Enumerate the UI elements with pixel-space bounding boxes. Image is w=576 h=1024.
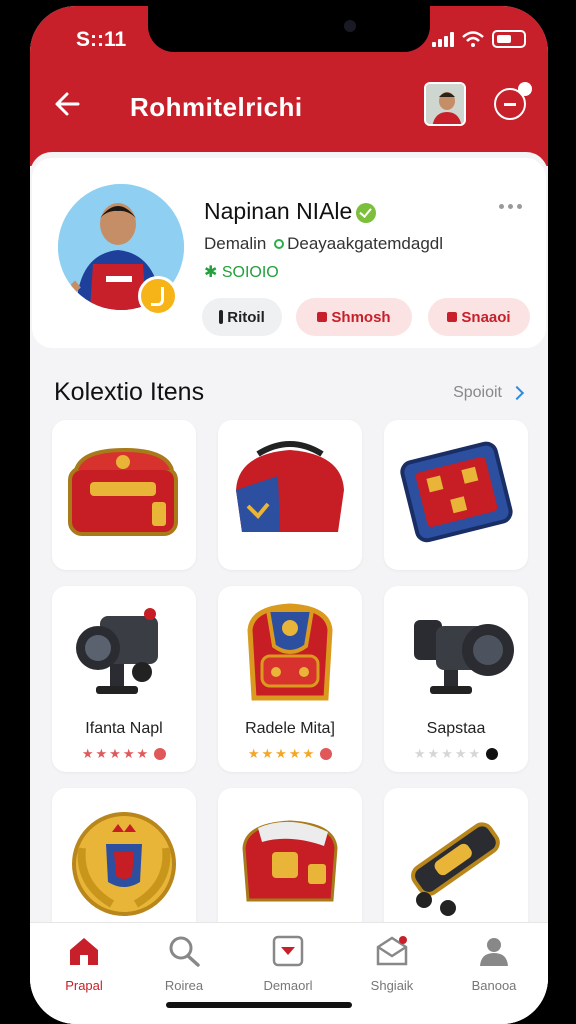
collection-icon: [272, 935, 304, 967]
profile-action-button-1[interactable]: Ritoil: [202, 298, 282, 336]
nav-search[interactable]: Roirea: [134, 935, 234, 993]
status-time: S::11: [76, 28, 127, 51]
profile-subtitle: Demalin Deayaakgatemdagdl: [204, 234, 444, 253]
square-icon: [447, 312, 458, 322]
rating-tag-icon: [320, 748, 333, 760]
page-title: Rohmitelrichi: [130, 92, 303, 122]
sled-icon: [411, 822, 500, 916]
content-sheet: Napinan NIAle Demalin Deayaakgatemdagdl …: [30, 152, 548, 1024]
profile-icon: [480, 938, 508, 966]
wifi-icon: [462, 31, 484, 47]
treasure-chest-icon: [68, 447, 178, 536]
signal-icon: [432, 31, 454, 47]
item-label: Radele Mita]: [245, 720, 335, 737]
collection-item-gold-emblem[interactable]: [52, 788, 196, 938]
collection-item-sled[interactable]: [384, 788, 528, 938]
profile-card: Napinan NIAle Demalin Deayaakgatemdagdl …: [32, 158, 546, 348]
chevron-right-icon: [509, 385, 525, 401]
collection-item-treasure-chest[interactable]: [52, 420, 196, 570]
dslr-camera-icon: [414, 620, 514, 694]
rating-stars: ★ ★ ★ ★ ★: [52, 746, 196, 762]
status-icons: [432, 30, 526, 48]
profile-action-button-2[interactable]: Shmosh: [296, 298, 412, 336]
bar-icon: [219, 310, 224, 324]
notch: [148, 6, 430, 52]
blue-case-icon: [400, 441, 513, 543]
rating-tag-icon: [486, 748, 499, 760]
online-status-icon: [274, 239, 285, 249]
inbox-icon: [376, 936, 408, 966]
notification-button[interactable]: [494, 82, 532, 120]
home-indicator: [166, 1002, 352, 1008]
search-icon: [169, 936, 200, 967]
nav-home[interactable]: Prapal: [34, 935, 134, 993]
app-header: S::11 Rohmitelrichi: [30, 6, 548, 166]
rating-stars: ★ ★ ★ ★ ★: [384, 746, 528, 762]
collection-item-dslr[interactable]: Sapstaa ★ ★ ★ ★ ★: [384, 586, 528, 772]
more-options-icon[interactable]: [499, 204, 522, 209]
profile-action-button-3[interactable]: Snaaoi: [428, 298, 530, 336]
battery-icon: [492, 30, 526, 48]
collection-item-red-pouch[interactable]: [218, 788, 362, 938]
home-icon: [70, 938, 98, 965]
rating-tag-icon: [154, 748, 167, 760]
red-pouch-icon: [242, 820, 338, 902]
back-arrow-icon[interactable]: [50, 86, 86, 122]
collection-item-blue-case[interactable]: [384, 420, 528, 570]
verified-icon: [356, 202, 377, 223]
nav-collection[interactable]: Demaorl: [238, 935, 338, 993]
sports-bag-icon: [236, 441, 344, 532]
item-label: Sapstaa: [426, 720, 486, 737]
item-label: Ifanta Napl: [85, 720, 163, 737]
nav-profile[interactable]: Banooa: [444, 935, 544, 993]
collection-item-backpack[interactable]: Radele Mita] ★ ★ ★ ★ ★: [218, 586, 362, 772]
collection-item-sports-bag[interactable]: [218, 420, 362, 570]
see-all-link[interactable]: Spoioit: [453, 384, 525, 402]
profile-name: Napinan NIAle: [204, 198, 377, 225]
level-badge-icon: [138, 276, 178, 316]
phone-screen: S::11 Rohmitelrichi Napinan NIAle Demali…: [30, 6, 548, 1024]
backpack-icon: [247, 603, 333, 701]
bottom-navigation: Prapal Roirea Demaorl Shgiaik Banooa: [30, 922, 548, 1024]
gold-emblem-icon: [72, 812, 176, 916]
header-avatar[interactable]: [424, 82, 466, 126]
profile-points: ✱ SOIOIO: [204, 264, 279, 281]
rating-stars: ★ ★ ★ ★ ★: [218, 746, 362, 762]
camera-icon: [76, 608, 158, 694]
collection-item-camera[interactable]: Ifanta Napl ★ ★ ★ ★ ★: [52, 586, 196, 772]
nav-inbox[interactable]: Shgiaik: [342, 935, 442, 993]
square-icon: [317, 312, 328, 322]
section-title: Kolextio Itens: [54, 378, 205, 406]
